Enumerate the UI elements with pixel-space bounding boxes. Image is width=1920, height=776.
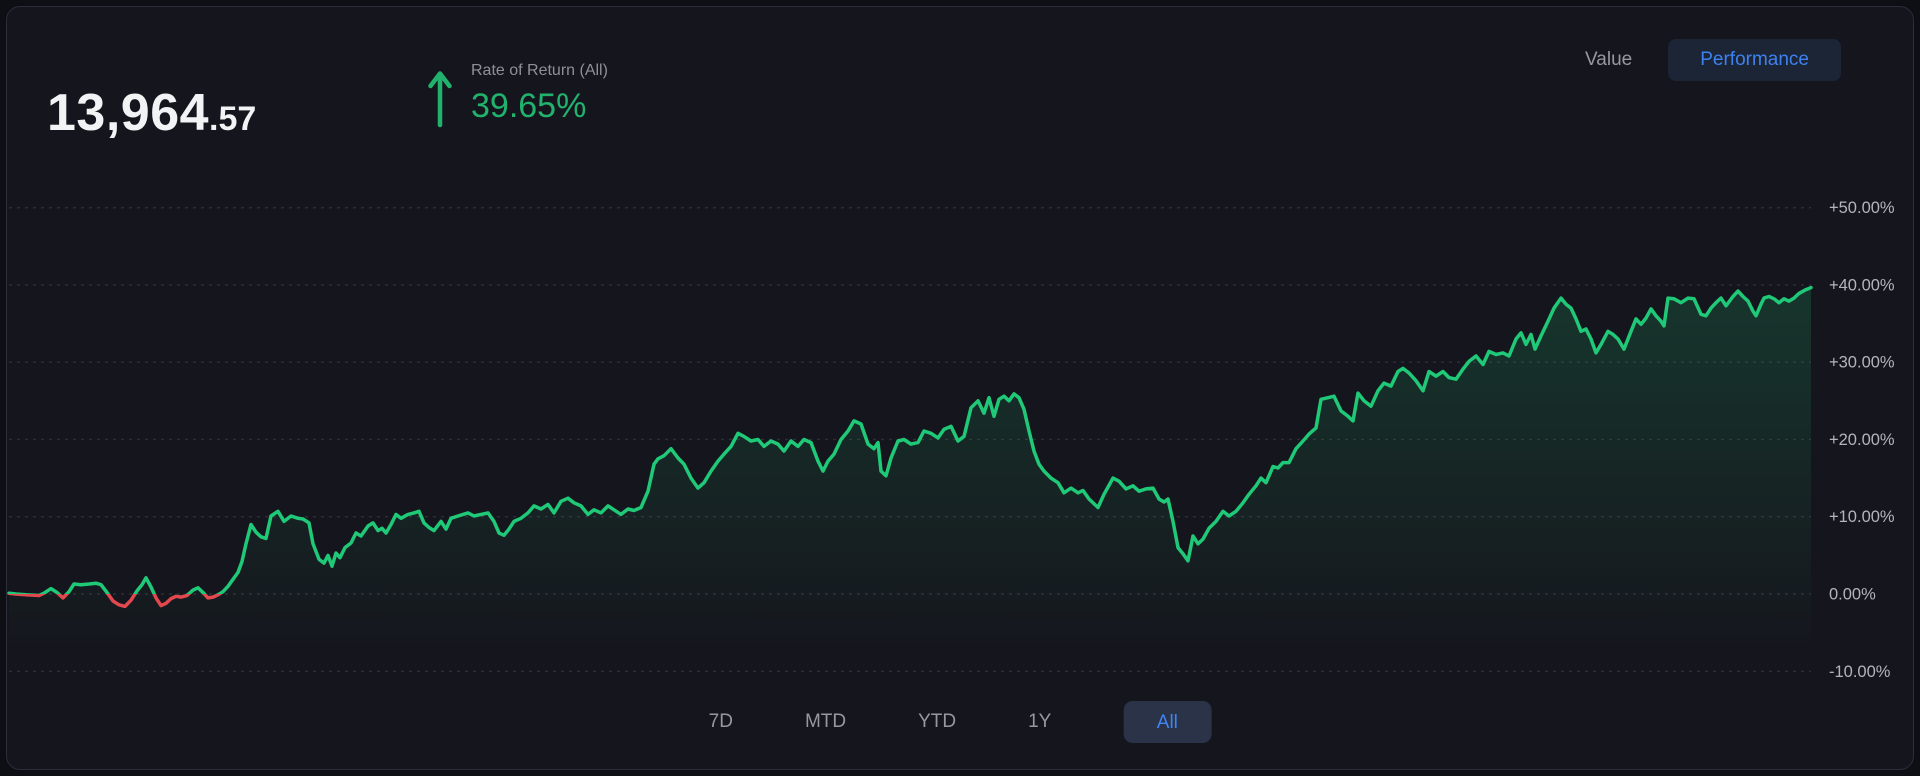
y-axis-tick-label: +30.00%	[1829, 354, 1895, 372]
y-axis-tick-label: +40.00%	[1829, 276, 1895, 294]
y-axis-tick-label: +50.00%	[1829, 199, 1895, 217]
range-button-ytd[interactable]: YTD	[918, 701, 956, 743]
range-button-all[interactable]: All	[1123, 701, 1212, 743]
rate-of-return-value: 39.65%	[471, 87, 587, 125]
performance-card: +50.00% +40.00% +30.00% +20.00% +10.00% 0.00%…	[6, 6, 1914, 770]
range-button-7d[interactable]: 7D	[709, 701, 733, 743]
portfolio-value: 13,964.57	[47, 87, 256, 139]
chart-area-fill	[9, 287, 1811, 701]
portfolio-value-main: 13,964	[47, 84, 210, 142]
y-axis-tick-label: +10.00%	[1829, 508, 1895, 526]
range-button-1y[interactable]: 1Y	[1028, 701, 1051, 743]
y-axis-tick-label: -10.00%	[1829, 663, 1891, 681]
portfolio-value-decimal: .57	[209, 100, 257, 138]
rate-of-return-block: Rate of Return (All) 39.65%	[427, 59, 608, 129]
toggle-value[interactable]: Value	[1585, 49, 1632, 71]
range-button-mtd[interactable]: MTD	[805, 701, 846, 743]
view-toggle: Value Performance	[1585, 39, 1841, 81]
y-axis-tick-label: 0.00%	[1829, 586, 1876, 604]
performance-chart[interactable]: +50.00% +40.00% +30.00% +20.00% +10.00% 0.00%…	[7, 7, 1914, 770]
y-axis-tick-label: +20.00%	[1829, 431, 1895, 449]
time-range-row: 7D MTD YTD 1Y All	[709, 701, 1212, 743]
toggle-performance[interactable]: Performance	[1668, 39, 1841, 81]
up-arrow-icon	[427, 67, 453, 129]
rate-of-return-label: Rate of Return (All)	[471, 62, 608, 79]
